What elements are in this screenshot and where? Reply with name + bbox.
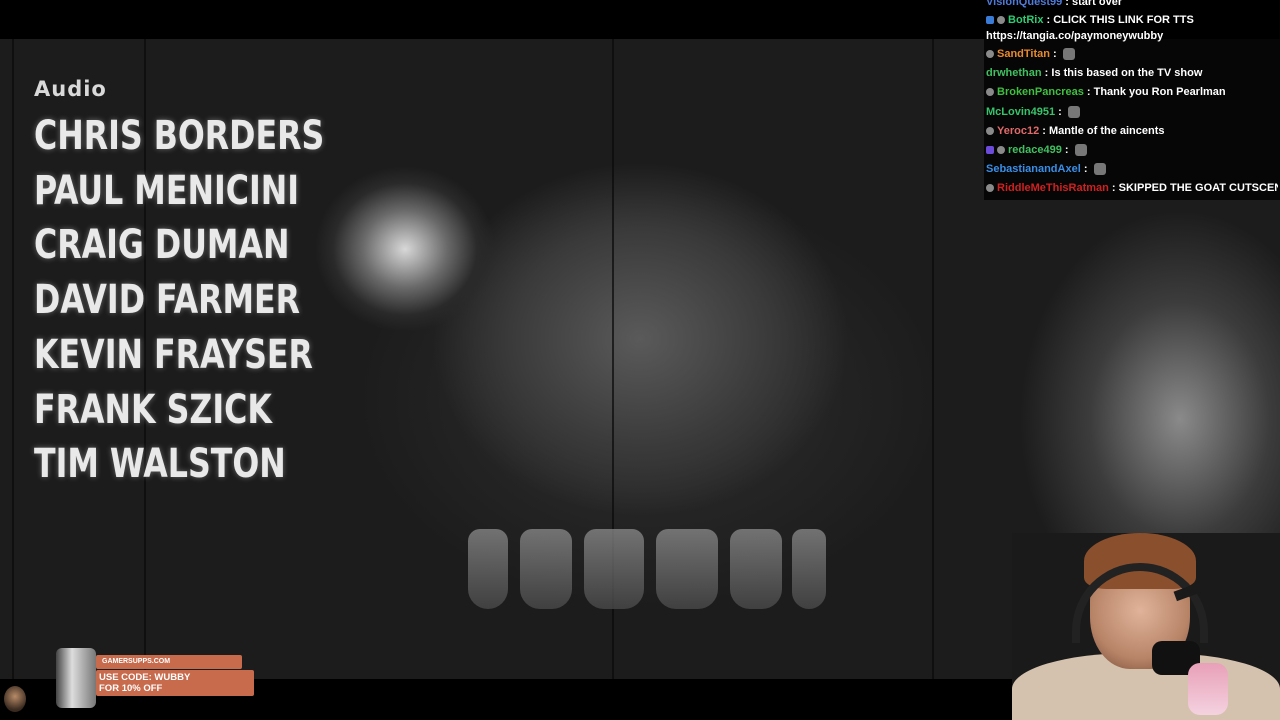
chat-text: Thank you Ron Pearlman bbox=[1093, 86, 1226, 98]
chat-badge-icon bbox=[997, 16, 1005, 25]
credits-heading: Audio bbox=[34, 77, 107, 101]
chat-username[interactable]: redace499 bbox=[1008, 144, 1062, 156]
chat-username[interactable]: SebastianandAxel bbox=[986, 163, 1081, 175]
chat-message: redace499 : bbox=[986, 144, 1278, 157]
chat-message: Yeroc12 : Mantle of the aincents bbox=[986, 125, 1278, 137]
chat-username[interactable]: BrokenPancreas bbox=[997, 86, 1084, 98]
chat-badge-icon bbox=[986, 184, 994, 193]
chat-text: https://tangia.co/paymoneywubby bbox=[986, 30, 1164, 42]
credit-name: PAUL MENICINI bbox=[34, 167, 300, 214]
chat-emote-icon bbox=[1074, 144, 1087, 157]
chat-separator: : bbox=[1080, 163, 1091, 175]
chat-message: SebastianandAxel : bbox=[986, 163, 1278, 176]
chat-separator: : bbox=[1049, 48, 1060, 60]
chat-badge-icon bbox=[986, 146, 994, 155]
chat-separator: : bbox=[1043, 14, 1054, 26]
chat-separator: : bbox=[1055, 106, 1065, 118]
video-artifact-line bbox=[932, 39, 934, 679]
chat-message: VisionQuest99 : start over bbox=[986, 0, 1278, 8]
sponsor-ad: GAMERSUPPS.COM USE CODE: WUBBY FOR 10% O… bbox=[56, 648, 254, 708]
chat-message: McLovin4951 : bbox=[986, 106, 1278, 119]
chat-separator: : bbox=[1041, 67, 1052, 79]
chat-username[interactable]: Yeroc12 bbox=[997, 125, 1039, 137]
credit-name: KEVIN FRAYSER bbox=[34, 331, 313, 378]
chat-badge-icon bbox=[997, 146, 1005, 155]
chat-message: BrokenPancreas : Thank you Ron Pearlman bbox=[986, 86, 1278, 98]
credit-name: CRAIG DUMAN bbox=[34, 222, 290, 269]
chat-overlay: VisionQuest99 : start over BotRix : CLICK… bbox=[984, 0, 1280, 200]
chat-username[interactable]: VisionQuest99 bbox=[986, 0, 1062, 8]
credit-name: FRANK SZICK bbox=[34, 386, 272, 433]
chat-emote-icon bbox=[1062, 48, 1075, 61]
chat-message: SandTitan : bbox=[986, 48, 1278, 61]
credit-name: CHRIS BORDERS bbox=[34, 113, 325, 159]
promo-code-banner: USE CODE: WUBBY FOR 10% OFF bbox=[96, 670, 254, 696]
monster-tooth bbox=[468, 529, 508, 609]
credit-name: DAVID FARMER bbox=[34, 277, 301, 324]
monster-tooth bbox=[792, 529, 826, 609]
chat-username[interactable]: RiddleMeThisRatman bbox=[997, 182, 1109, 194]
chat-username[interactable]: drwhethan bbox=[986, 67, 1042, 79]
chat-text: Mantle of the aincents bbox=[1048, 125, 1165, 137]
chat-badge-icon bbox=[986, 127, 994, 136]
chat-text: CLICK THIS LINK FOR TTS bbox=[1053, 14, 1194, 26]
chat-separator: : bbox=[1039, 125, 1049, 137]
chat-message: RiddleMeThisRatman : SKIPPED THE GOAT CU… bbox=[986, 182, 1278, 194]
streamer-avatar-icon bbox=[4, 686, 26, 712]
chat-username[interactable]: BotRix bbox=[1008, 14, 1043, 26]
chat-emote-icon bbox=[1093, 163, 1106, 176]
end-credits: Audio CHRIS BORDERS PAUL MENICINI CRAIG … bbox=[34, 77, 364, 492]
chat-badge-icon bbox=[986, 16, 994, 25]
chat-text: SKIPPED THE GOAT CUTSCENE bbox=[1118, 182, 1278, 194]
chat-username[interactable]: SandTitan bbox=[997, 48, 1050, 60]
chat-separator: : bbox=[1062, 0, 1072, 8]
chat-badge-icon bbox=[986, 88, 994, 97]
promo-discount-line: FOR 10% OFF bbox=[99, 683, 163, 694]
monster-tooth bbox=[584, 529, 644, 609]
chat-separator: : bbox=[1083, 86, 1094, 98]
supplement-can-image bbox=[56, 648, 96, 708]
credit-name: TIM WALSTON bbox=[34, 441, 286, 488]
sponsor-domain: GAMERSUPPS.COM bbox=[96, 655, 242, 669]
chat-message: https://tangia.co/paymoneywubby bbox=[986, 30, 1278, 42]
monster-tooth bbox=[730, 529, 782, 609]
webcam-feed bbox=[1012, 533, 1280, 720]
chat-separator: : bbox=[1108, 182, 1119, 194]
monster-tooth bbox=[656, 529, 718, 609]
promo-code-line: USE CODE: WUBBY bbox=[99, 672, 191, 683]
chat-message: BotRix : CLICK THIS LINK FOR TTS bbox=[986, 14, 1278, 26]
chat-emote-icon bbox=[1067, 106, 1080, 119]
chat-separator: : bbox=[1061, 144, 1072, 156]
chat-message: drwhethan : Is this based on the TV show bbox=[986, 67, 1278, 79]
video-artifact-line bbox=[12, 39, 14, 679]
monster-tooth bbox=[520, 529, 572, 609]
plush-toy bbox=[1188, 663, 1228, 715]
chat-badge-icon bbox=[986, 50, 994, 59]
chat-text: start over bbox=[1072, 0, 1123, 8]
chat-username[interactable]: McLovin4951 bbox=[986, 106, 1055, 118]
chat-text: Is this based on the TV show bbox=[1051, 67, 1203, 79]
